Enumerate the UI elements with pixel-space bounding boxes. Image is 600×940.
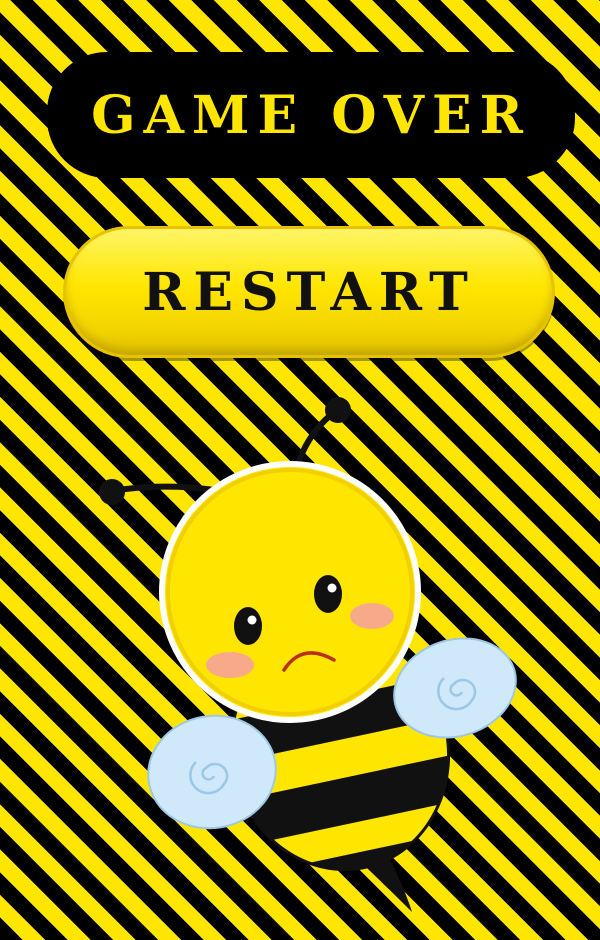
game-over-screen: GAME OVER RESTART [0, 0, 600, 940]
restart-label: RESTART [142, 261, 476, 323]
game-over-banner: GAME OVER [47, 52, 575, 178]
restart-button[interactable]: RESTART [63, 226, 555, 358]
game-over-title: GAME OVER [91, 84, 531, 146]
sad-bee-icon [99, 397, 517, 912]
